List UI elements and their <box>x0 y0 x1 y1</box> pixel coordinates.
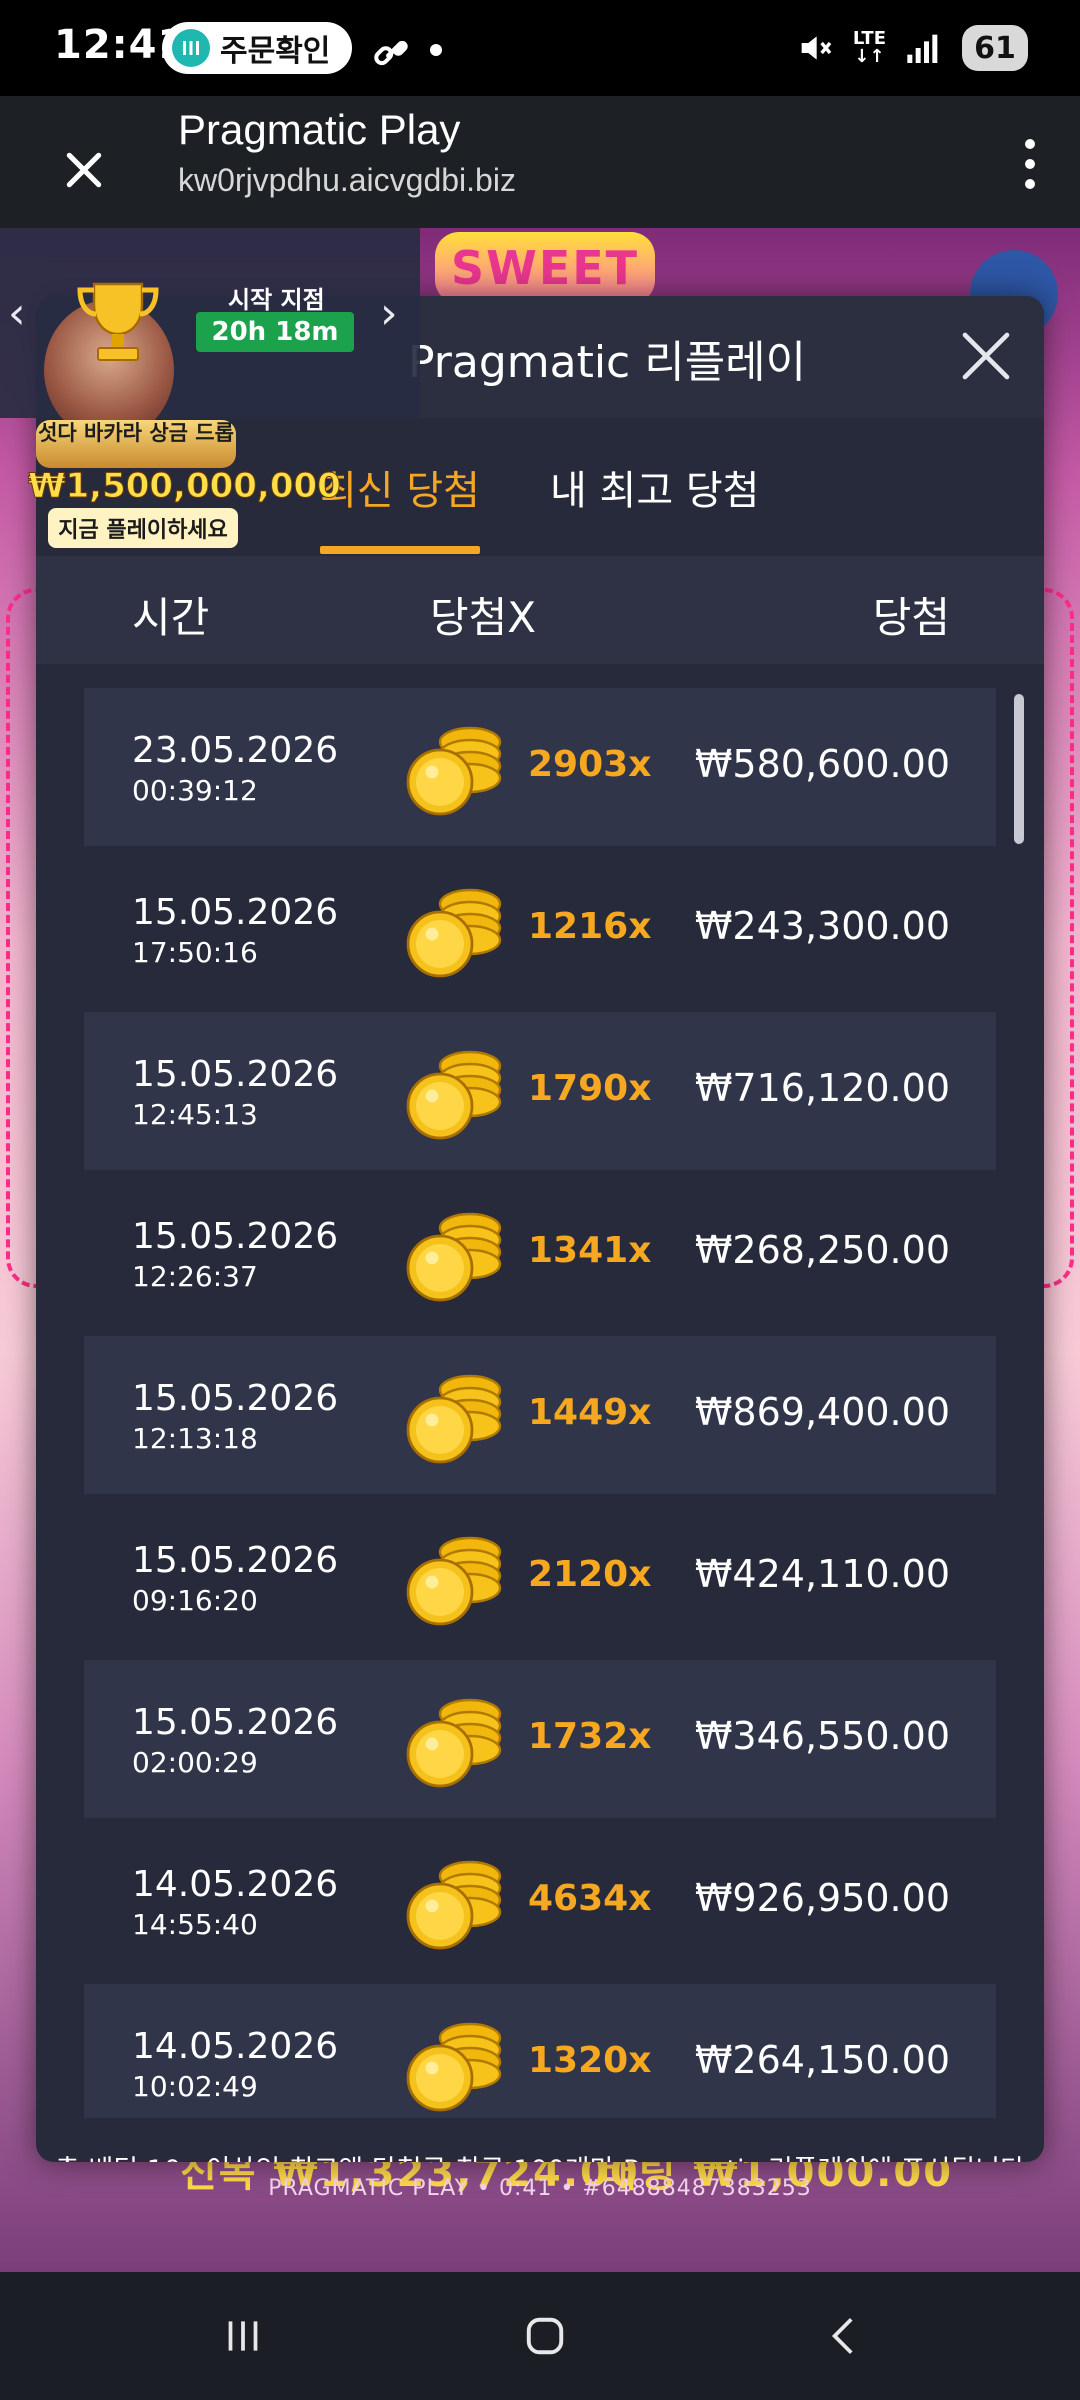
coin-stack-icon <box>402 1200 510 1308</box>
status-bar: 12:41 주문확인 LTE ↓↑ 61 <box>0 0 1080 96</box>
tab-my-best-wins[interactable]: 내 최고 당첨 <box>550 458 759 516</box>
tab-latest-wins[interactable]: 최신 당첨 <box>320 458 480 516</box>
row-time: 12:13:18 <box>132 1422 258 1455</box>
row-date: 15.05.2026 <box>132 1540 339 1581</box>
status-icons: LTE ↓↑ 61 <box>795 22 1028 74</box>
row-multiplier: 1790x <box>528 1068 652 1109</box>
coin-stack-icon <box>402 1686 510 1794</box>
list-item[interactable]: 15.05.2026 02:00:29 1732x ₩346,550.00 <box>84 1660 996 1818</box>
column-header-time: 시간 <box>132 593 210 642</box>
battery-indicator: 61 <box>962 25 1028 71</box>
row-time: 09:16:20 <box>132 1584 258 1617</box>
row-win-amount: ₩264,150.00 <box>694 2038 950 2082</box>
scrollbar-thumb[interactable] <box>1014 694 1024 844</box>
row-multiplier: 2903x <box>528 744 652 785</box>
row-multiplier: 2120x <box>528 1554 652 1595</box>
game-info: PRAGMATIC PLAY • 0:41 • #64888487383253 <box>268 2176 812 2201</box>
row-date: 15.05.2026 <box>132 892 339 933</box>
page-title: Pragmatic Play <box>178 106 461 153</box>
row-time: 14:55:40 <box>132 1908 258 1941</box>
list-item[interactable]: 15.05.2026 12:13:18 1449x ₩869,400.00 <box>84 1336 996 1494</box>
notification-pill-label: 주문확인 <box>220 34 331 69</box>
active-tab-indicator <box>320 546 480 554</box>
game-logo: SWEET <box>435 232 655 304</box>
row-date: 15.05.2026 <box>132 1054 339 1095</box>
row-win-amount: ₩424,110.00 <box>694 1552 950 1596</box>
promo-subtitle: 섯다 바카라 상금 드롭 <box>36 420 236 468</box>
list-item[interactable]: 23.05.2026 00:39:12 2903x ₩580,600.00 <box>84 688 996 846</box>
list-item[interactable]: 15.05.2026 12:45:13 1790x ₩716,120.00 <box>84 1012 996 1170</box>
promo-label: 시작 지점 <box>228 286 325 314</box>
promo-amount: ₩1,500,000,000 <box>28 466 341 510</box>
row-win-amount: ₩716,120.00 <box>694 1066 950 1110</box>
row-win-amount: ₩869,400.00 <box>694 1390 950 1434</box>
promo-timer: 20h 18m <box>196 312 354 352</box>
signal-icon <box>907 34 938 63</box>
row-multiplier: 1216x <box>528 906 652 947</box>
coin-stack-icon <box>402 714 510 822</box>
row-time: 10:02:49 <box>132 2070 258 2103</box>
app-icon <box>172 29 210 67</box>
table-header: 시간 당첨X 당첨 <box>36 556 1044 664</box>
row-win-amount: ₩580,600.00 <box>694 742 950 786</box>
row-date: 23.05.2026 <box>132 730 339 771</box>
row-time: 12:26:37 <box>132 1260 258 1293</box>
row-time: 17:50:16 <box>132 936 258 969</box>
modal-title: Pragmatic 리플레이 <box>408 337 807 388</box>
footer-note: 총 베팅 10x 이상인 최고액 당첨금 최근 100개만 Pragmatic … <box>36 2148 1044 2162</box>
coin-stack-icon <box>402 876 510 984</box>
row-date: 15.05.2026 <box>132 1216 339 1257</box>
replay-modal: Pragmatic 리플레이 최신 당첨 내 최고 당첨 시간 당첨X 당첨 2… <box>36 296 1044 2162</box>
coin-stack-icon <box>402 1362 510 1470</box>
coin-stack-icon <box>402 2010 510 2118</box>
row-multiplier: 1341x <box>528 1230 652 1271</box>
trophy-icon <box>70 276 166 366</box>
notification-pill[interactable]: 주문확인 <box>162 22 353 74</box>
row-win-amount: ₩346,550.00 <box>694 1714 950 1758</box>
row-time: 00:39:12 <box>132 774 258 807</box>
row-win-amount: ₩243,300.00 <box>694 904 950 948</box>
promo-play-button[interactable]: 지금 플레이하세요 <box>48 508 238 548</box>
row-date: 15.05.2026 <box>132 1378 339 1419</box>
list-item[interactable]: 15.05.2026 17:50:16 1216x ₩243,300.00 <box>84 850 996 1008</box>
list-item[interactable]: 15.05.2026 12:26:37 1341x ₩268,250.00 <box>84 1174 996 1332</box>
coin-stack-icon <box>402 1848 510 1956</box>
more-vert-icon[interactable] <box>1000 124 1060 204</box>
row-win-amount: ₩926,950.00 <box>694 1876 950 1920</box>
row-time: 02:00:29 <box>132 1746 258 1779</box>
browser-toolbar: Pragmatic Play kw0rjvpdhu.aicvgdbi.biz <box>0 96 1080 228</box>
page-url: kw0rjvpdhu.aicvgdbi.biz <box>178 162 516 198</box>
list-item[interactable]: 14.05.2026 14:55:40 4634x ₩926,950.00 <box>84 1822 996 1980</box>
row-time: 12:45:13 <box>132 1098 258 1131</box>
list-item[interactable]: 14.05.2026 10:02:49 1320x ₩264,150.00 <box>84 1984 996 2118</box>
coin-stack-icon <box>402 1038 510 1146</box>
lte-icon: LTE ↓↑ <box>852 28 886 67</box>
recents-icon[interactable] <box>198 2296 288 2376</box>
scrollbar[interactable] <box>1014 694 1024 2094</box>
mute-icon <box>801 36 832 60</box>
chevron-left-icon[interactable]: ‹ <box>8 288 26 339</box>
row-date: 15.05.2026 <box>132 1702 339 1743</box>
row-win-amount: ₩268,250.00 <box>694 1228 950 1272</box>
column-header-multiplier: 당첨X <box>430 593 537 642</box>
row-date: 14.05.2026 <box>132 2026 339 2067</box>
row-multiplier: 4634x <box>528 1878 652 1919</box>
row-multiplier: 1320x <box>528 2040 652 2081</box>
wins-list[interactable]: 23.05.2026 00:39:12 2903x ₩580,600.00 15.05.… <box>84 688 996 2118</box>
system-nav-bar <box>0 2272 1080 2400</box>
row-multiplier: 1732x <box>528 1716 652 1757</box>
home-icon[interactable] <box>500 2296 590 2376</box>
chevron-right-icon[interactable]: › <box>380 288 398 339</box>
list-item[interactable]: 15.05.2026 09:16:20 2120x ₩424,110.00 <box>84 1498 996 1656</box>
column-header-win: 당첨 <box>872 593 950 642</box>
coin-stack-icon <box>402 1524 510 1632</box>
close-icon[interactable] <box>44 130 124 210</box>
row-date: 14.05.2026 <box>132 1864 339 1905</box>
link-icon <box>370 30 414 83</box>
row-multiplier: 1449x <box>528 1392 652 1433</box>
notification-dot <box>430 44 442 56</box>
back-icon[interactable] <box>800 2296 890 2376</box>
close-icon[interactable] <box>950 320 1022 392</box>
